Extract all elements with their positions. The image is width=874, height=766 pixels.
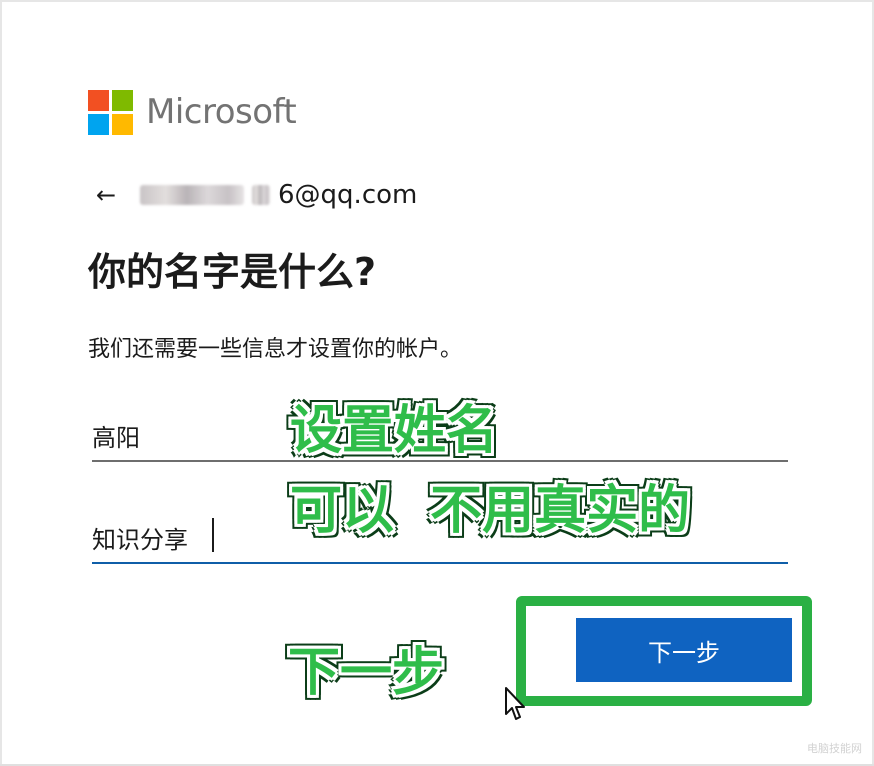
- annotation-not-real-name: 可以 不用真实的: [290, 481, 691, 541]
- microsoft-logo-icon: [88, 90, 134, 136]
- brand-wordmark: Microsoft: [146, 92, 297, 132]
- logo-square-red: [88, 90, 109, 111]
- redacted-email-part: [252, 185, 270, 205]
- page-title: 你的名字是什么?: [88, 250, 377, 294]
- annotation-next-step: 下一步: [288, 643, 445, 703]
- logo-square-green: [112, 90, 133, 111]
- account-identity: 6@qq.com: [140, 177, 417, 213]
- text-caret: [212, 518, 214, 552]
- next-button[interactable]: 下一步: [576, 618, 792, 682]
- signup-page: Microsoft ← 6@qq.com 你的名字是什么? 我们还需要一些信息才…: [0, 0, 874, 766]
- logo-square-blue: [88, 114, 109, 135]
- back-arrow-icon[interactable]: ←: [96, 178, 116, 212]
- frame-edge-left: [0, 0, 2, 766]
- mouse-pointer-icon: [505, 687, 525, 720]
- watermark: 电脑技能网: [807, 742, 862, 755]
- logo-square-yellow: [112, 114, 133, 135]
- redacted-email-part: [140, 185, 244, 205]
- annotation-set-name: 设置姓名: [290, 401, 499, 461]
- frame-edge-top: [0, 0, 874, 2]
- page-subtitle: 我们还需要一些信息才设置你的帐户。: [88, 337, 463, 362]
- email-address: 6@qq.com: [278, 180, 418, 210]
